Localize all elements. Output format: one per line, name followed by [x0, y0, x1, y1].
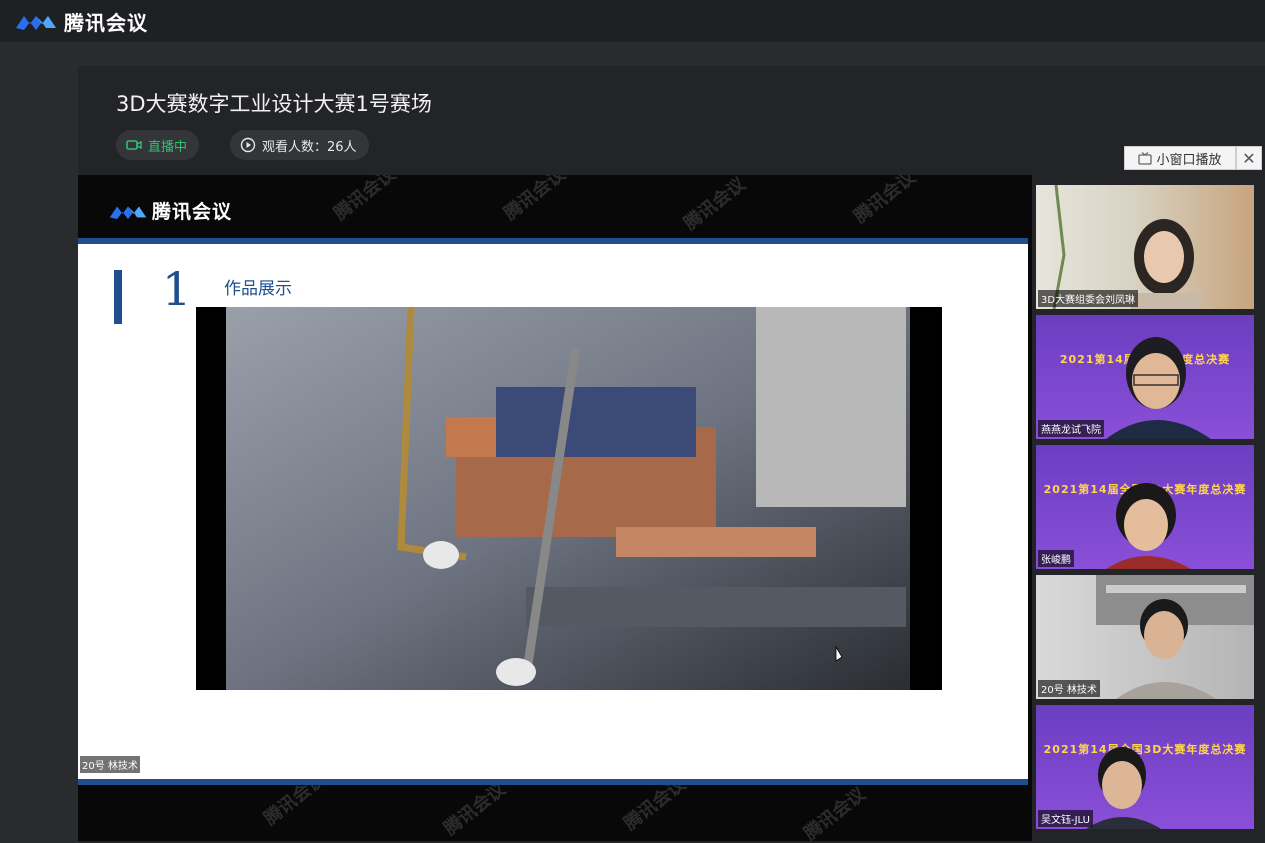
viewer-count-badge: 观看人数：26人 — [230, 130, 369, 160]
machine-render-image — [196, 307, 942, 690]
app-titlebar: 腾讯会议 — [0, 0, 1265, 42]
watermark: 腾讯会议 — [680, 175, 750, 235]
mini-window-button[interactable]: 小窗口播放 — [1124, 146, 1236, 170]
participant-tile[interactable]: 20号 林技术 — [1036, 575, 1254, 699]
watermark: 腾讯会议 — [800, 783, 870, 841]
participant-name: 燕燕龙试飞院 — [1038, 420, 1104, 437]
play-circle-icon — [240, 137, 256, 153]
participant-name: 吴文钰-JLU — [1038, 810, 1093, 827]
watermark: 腾讯会议 — [500, 175, 570, 225]
watermark: 腾讯会议 — [850, 175, 920, 228]
tencent-meeting-logo-icon — [16, 16, 56, 30]
machine-render-graphic — [226, 307, 910, 690]
slide-brand: 腾讯会议 — [108, 197, 232, 224]
app-title: 腾讯会议 — [64, 10, 148, 35]
participant-name: 20号 林技术 — [1038, 680, 1100, 697]
slide-number: 1 — [162, 262, 192, 316]
participant-name: 3D大赛组委会刘凤琳 — [1038, 290, 1139, 307]
video-camera-icon — [126, 140, 142, 150]
presenter-name: 20号 林技术 — [80, 756, 140, 773]
participant-tile[interactable]: 2021第14届..大赛年度总决赛 燕燕龙试飞院 — [1036, 315, 1254, 439]
participant-tile[interactable]: 2021第14届全国3D大赛年度总决赛 吴文钰-JLU — [1036, 705, 1254, 829]
close-mini-button[interactable]: ✕ — [1236, 146, 1262, 170]
mini-window-label: 小窗口播放 — [1156, 152, 1222, 168]
tencent-meeting-logo-icon — [109, 205, 147, 219]
participant-tile[interactable]: 3D大赛组委会刘凤琳 — [1036, 185, 1254, 309]
room-title: 3D大赛数字工业设计大赛1号赛场 — [116, 92, 432, 116]
presentation-slide: 1 作品展示 — [78, 238, 1028, 785]
slide-brand-label: 腾讯会议 — [152, 201, 233, 223]
participant-tile[interactable]: 2021第14届全国3D大赛年度总决赛 张峻鹏 — [1036, 445, 1254, 569]
viewer-count-label: 观看人数：26人 — [262, 139, 357, 155]
watermark: 腾讯会议 — [330, 175, 400, 225]
live-status-label: 直播中 — [148, 139, 188, 155]
tv-icon — [1138, 151, 1153, 165]
slide-heading: 作品展示 — [224, 279, 292, 299]
watermark: 腾讯会议 — [440, 778, 510, 840]
participant-name: 张峻鹏 — [1038, 550, 1074, 567]
participant-list: 3D大赛组委会刘凤琳 2021第14届..大赛年度总决赛 燕燕龙试飞院 2021… — [1036, 185, 1256, 835]
live-status-badge: 直播中 — [116, 130, 200, 160]
slide-accent-bar — [114, 270, 122, 324]
shared-screen: 腾讯会议 腾讯会议 腾讯会议 腾讯会议 腾讯会议 腾讯会议 腾讯会议 腾讯会议 … — [78, 175, 1032, 841]
